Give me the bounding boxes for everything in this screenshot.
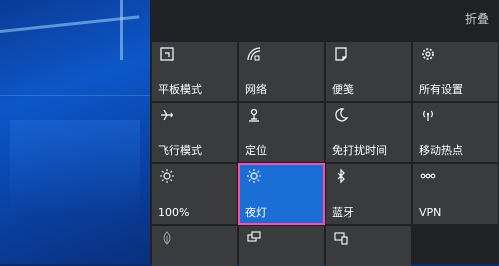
tile-note[interactable]: 便笺 [326, 42, 411, 101]
quick-actions-grid: 平板模式 网络 便笺 所有设置 飞行模式 定位 免打扰时间 移动热点 100% … [152, 42, 498, 266]
tile-label: 所有设置 [419, 83, 463, 96]
tile-network[interactable]: 网络 [239, 42, 324, 101]
collapse-button[interactable]: 折叠 [465, 10, 489, 27]
tile-label: 定位 [245, 144, 267, 157]
connect-icon [333, 230, 349, 246]
bluetooth-icon [333, 168, 349, 184]
wallpaper-window-pane [10, 120, 140, 220]
tile-project[interactable] [239, 226, 324, 266]
tile-label: 平板模式 [158, 83, 202, 96]
tile-brightness[interactable]: 100% [152, 164, 237, 224]
note-icon [333, 46, 349, 62]
tile-location[interactable]: 定位 [239, 103, 324, 162]
tile-label: 移动热点 [419, 144, 463, 157]
tile-all-settings[interactable]: 所有设置 [413, 42, 498, 101]
moon-icon [333, 107, 349, 123]
vpn-icon [420, 168, 436, 184]
airplane-icon [159, 107, 175, 123]
tablet-mode-icon [159, 46, 175, 62]
tile-label: 飞行模式 [158, 144, 202, 157]
tile-label: 免打扰时间 [332, 144, 387, 157]
wallpaper-light-beam [120, 0, 123, 60]
night-light-icon [246, 168, 262, 184]
tile-label: 网络 [245, 83, 267, 96]
action-center-panel: 折叠 平板模式 网络 便笺 所有设置 飞行模式 定位 免打扰时间 移动热点 10… [150, 0, 499, 266]
desktop-background [0, 0, 150, 264]
location-icon [246, 107, 262, 123]
tile-bluetooth[interactable]: 蓝牙 [326, 164, 411, 224]
tile-label: 夜灯 [245, 206, 267, 219]
tile-quiet-hours[interactable]: 免打扰时间 [326, 103, 411, 162]
brightness-icon [159, 168, 175, 184]
tile-tablet-mode[interactable]: 平板模式 [152, 42, 237, 101]
tile-label: VPN [419, 206, 442, 219]
project-icon [246, 230, 262, 246]
wallpaper-light-beam [0, 15, 140, 33]
tile-label: 蓝牙 [332, 206, 354, 219]
battery-saver-icon [159, 230, 175, 246]
tile-connect[interactable] [326, 226, 411, 266]
tile-battery-saver[interactable] [152, 226, 237, 266]
tile-vpn[interactable]: VPN [413, 164, 498, 224]
tile-label: 100% [158, 206, 190, 219]
hotspot-icon [420, 107, 436, 123]
tile-mobile-hotspot[interactable]: 移动热点 [413, 103, 498, 162]
gear-icon [420, 46, 436, 62]
tile-night-light[interactable]: 夜灯 [238, 163, 325, 225]
tile-label: 便笺 [332, 83, 354, 96]
wallpaper-light-beam [0, 95, 150, 96]
tile-airplane-mode[interactable]: 飞行模式 [152, 103, 237, 162]
network-icon [246, 46, 262, 62]
